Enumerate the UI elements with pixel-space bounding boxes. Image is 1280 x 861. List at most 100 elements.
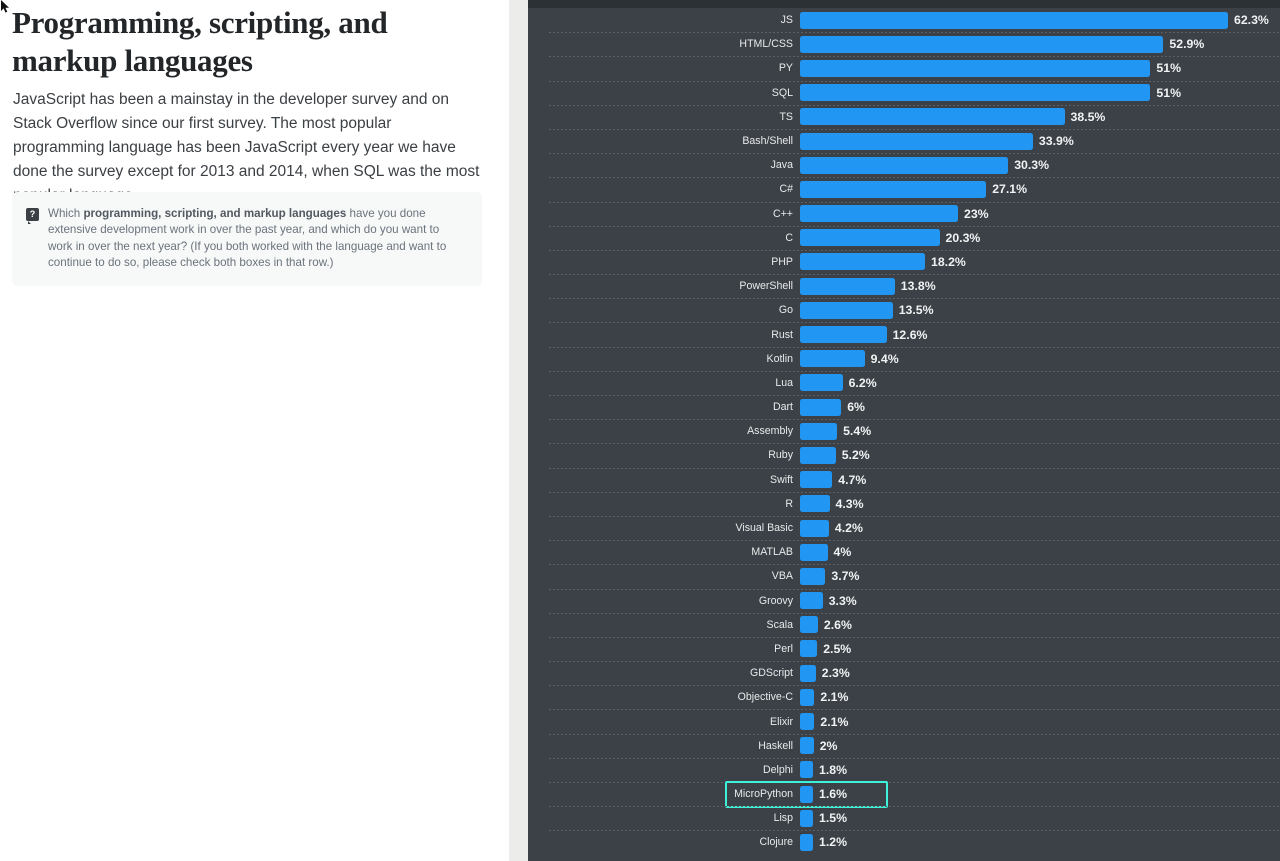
bar[interactable]	[800, 108, 1065, 126]
bar[interactable]	[800, 422, 838, 440]
bar[interactable]	[800, 713, 815, 731]
bar[interactable]	[800, 833, 813, 851]
bar[interactable]	[800, 495, 830, 513]
category-label: Assembly	[747, 425, 793, 438]
chart-row[interactable]: Assembly 5.4%	[528, 419, 1280, 443]
chart-row[interactable]: Clojure 1.2%	[528, 830, 1280, 854]
chart-row-content: PowerShell 13.8%	[528, 274, 1280, 298]
chart-row[interactable]: Scala 2.6%	[528, 612, 1280, 637]
bar[interactable]	[800, 543, 828, 561]
chart-row[interactable]: Delphi 1.8%	[528, 757, 1280, 782]
bar[interactable]	[800, 664, 816, 682]
bar[interactable]	[800, 229, 940, 247]
bar[interactable]	[800, 519, 829, 537]
chart-row[interactable]: GDScript 2.3%	[528, 661, 1280, 685]
category-label: Objective-C	[737, 691, 793, 704]
category-label: Scala	[766, 618, 794, 631]
value-label: 1.8%	[819, 762, 848, 777]
value-label: 2.5%	[823, 641, 852, 656]
chart-row[interactable]: C++ 23%	[528, 201, 1280, 226]
category-label: Elixir	[770, 715, 793, 728]
chart-row[interactable]: C# 27.1%	[528, 177, 1280, 201]
bar[interactable]	[800, 374, 843, 392]
chart-row[interactable]: Rust 12.6%	[528, 322, 1280, 346]
bar[interactable]	[800, 446, 836, 464]
bar[interactable]	[800, 809, 813, 827]
chart-row[interactable]: PHP 18.2%	[528, 249, 1280, 274]
chart-row[interactable]: Perl 2.5%	[528, 636, 1280, 661]
bar[interactable]	[800, 326, 887, 344]
value-label: 6.2%	[848, 375, 877, 390]
chart-row[interactable]: SQL 51%	[528, 80, 1280, 105]
value-label: 4.2%	[834, 521, 863, 536]
bar[interactable]	[800, 592, 823, 610]
value-label: 5.2%	[841, 448, 870, 463]
bar[interactable]	[800, 180, 987, 198]
category-label: C#	[779, 183, 793, 196]
chart-row[interactable]: Haskell 2%	[528, 733, 1280, 758]
chart-row[interactable]: Lisp 1.5%	[528, 806, 1280, 830]
chart-row[interactable]: Java 30.3%	[528, 153, 1280, 177]
chart-row-content: C++ 23%	[528, 202, 1280, 226]
value-label: 12.6%	[892, 327, 928, 342]
chart-row[interactable]: C 20.3%	[528, 225, 1280, 250]
bar[interactable]	[800, 640, 818, 658]
bar[interactable]	[800, 567, 826, 585]
value-label: 4%	[833, 545, 852, 560]
intro-paragraph: JavaScript has been a mainstay in the de…	[13, 91, 480, 204]
chart-row-content: MATLAB 4%	[528, 540, 1280, 564]
chart-row[interactable]: Elixir 2.1%	[528, 709, 1280, 733]
category-label: Ruby	[768, 449, 793, 462]
chart-row-content: Delphi 1.8%	[528, 758, 1280, 782]
bar[interactable]	[800, 688, 815, 706]
chart-row[interactable]: MicroPython 1.6%	[528, 781, 1280, 808]
bar[interactable]	[800, 84, 1151, 102]
bar[interactable]	[800, 156, 1009, 174]
bar[interactable]	[800, 277, 895, 295]
chart-row[interactable]: Dart 6%	[528, 395, 1280, 419]
value-label: 51%	[1156, 85, 1182, 100]
bar[interactable]	[800, 737, 814, 755]
chart-row-content: Perl 2.5%	[528, 637, 1280, 661]
value-label: 52.9%	[1169, 37, 1205, 52]
value-label: 1.6%	[819, 787, 848, 802]
chart-row[interactable]: VBA 3.7%	[528, 564, 1280, 588]
chart-row-content: Go 13.5%	[528, 298, 1280, 322]
chart-row-content: Java 30.3%	[528, 153, 1280, 177]
bar[interactable]	[800, 59, 1151, 77]
bar[interactable]	[800, 350, 865, 368]
value-label: 1.5%	[819, 811, 848, 826]
chart-row-content: Clojure 1.2%	[528, 830, 1280, 854]
value-label: 13.5%	[898, 303, 934, 318]
chart-row[interactable]: Ruby 5.2%	[528, 443, 1280, 467]
chart-row[interactable]: Go 13.5%	[528, 298, 1280, 322]
chart-row[interactable]: PowerShell 13.8%	[528, 274, 1280, 298]
chart-row-content: Bash/Shell 33.9%	[528, 129, 1280, 153]
chart-row[interactable]: Swift 4.7%	[528, 467, 1280, 492]
chart-row[interactable]: Groovy 3.3%	[528, 588, 1280, 613]
chart-row[interactable]: R 4.3%	[528, 491, 1280, 516]
bar[interactable]	[800, 132, 1033, 150]
bar[interactable]	[800, 471, 833, 489]
chart-row[interactable]: Kotlin 9.4%	[528, 346, 1280, 371]
bar[interactable]	[800, 398, 842, 416]
chart-row[interactable]: Objective-C 2.1%	[528, 685, 1280, 709]
bar[interactable]	[800, 205, 958, 223]
bar[interactable]	[800, 35, 1164, 53]
bar[interactable]	[800, 301, 893, 319]
chart-row[interactable]: Visual Basic 4.2%	[528, 515, 1280, 540]
chart-row[interactable]: Bash/Shell 33.9%	[528, 128, 1280, 153]
chart-row[interactable]: JS 62.3%	[528, 8, 1280, 32]
bar[interactable]	[800, 761, 813, 779]
bar[interactable]	[800, 11, 1228, 29]
pane-divider	[509, 0, 528, 861]
bar[interactable]	[800, 616, 818, 634]
chart-row[interactable]: TS 38.5%	[528, 104, 1280, 129]
value-label: 1.2%	[819, 835, 848, 850]
chart-row[interactable]: HTML/CSS 52.9%	[528, 32, 1280, 56]
chart-row[interactable]: Lua 6.2%	[528, 370, 1280, 395]
bar[interactable]	[800, 253, 925, 271]
chart-row[interactable]: PY 51%	[528, 56, 1280, 80]
chart-row[interactable]: MATLAB 4%	[528, 540, 1280, 564]
bar[interactable]	[800, 785, 813, 803]
